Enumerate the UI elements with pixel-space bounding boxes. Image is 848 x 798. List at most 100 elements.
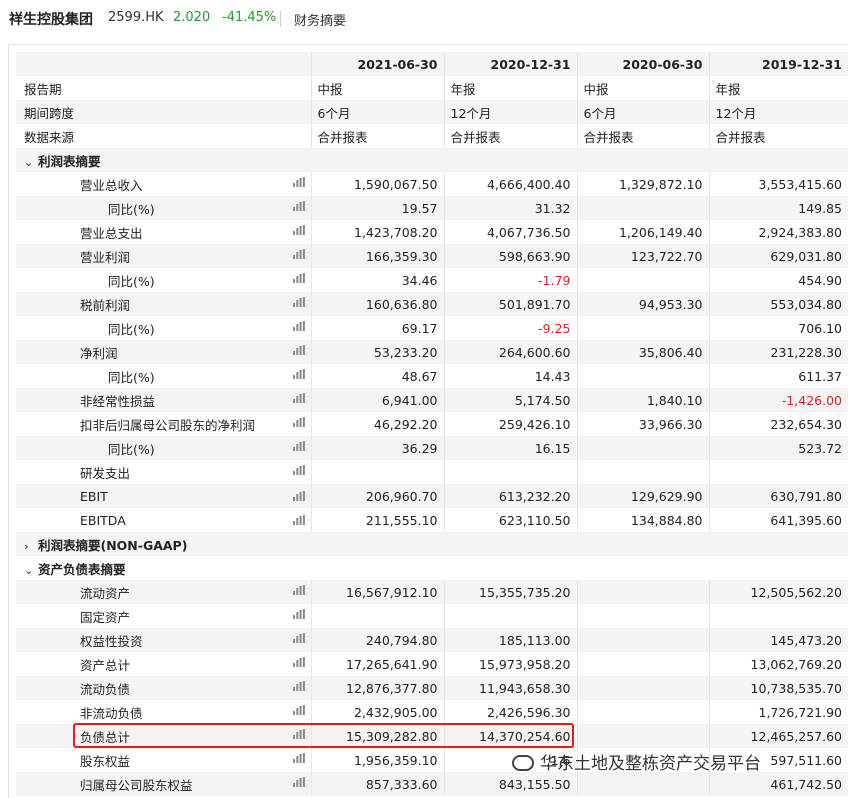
row-label: 同比(%) [16,436,312,460]
bar-chart-icon[interactable] [292,415,311,434]
chevron-down-icon[interactable]: ⌄ [24,564,38,577]
cell-value: 合并报表 [310,124,444,148]
cell-value: 1,840.10 [576,388,709,412]
tab-financial-summary[interactable]: 财务摘要 [294,10,346,29]
row-label: 股东权益 [16,748,312,772]
section-title: 利润表摘要 [38,153,101,169]
bar-chart-icon[interactable] [292,631,311,650]
cell-value: 123,722.70 [576,244,709,268]
table-row: 同比(%) 36.29 16.15 523.72 [16,436,848,460]
bar-chart-icon[interactable] [292,295,311,314]
cell-value: 857,333.60 [310,772,444,796]
watermark-text: 华东土地及整栋资产交易平台 [540,754,761,774]
bar-chart-icon[interactable] [292,367,311,386]
bar-chart-icon[interactable] [292,703,311,722]
bar-chart-icon[interactable] [292,175,311,194]
stock-code: 2599.HK [108,10,164,25]
price-change: -41.45% [222,10,277,25]
column-header[interactable]: 2019-12-31 [708,52,848,76]
bar-chart-icon[interactable] [292,319,311,338]
bar-chart-icon[interactable] [292,513,311,528]
table-row: 同比(%) 48.67 14.43 611.37 [16,364,848,388]
cell-value: 843,155.50 [443,772,577,796]
cell-value: 6个月 [576,100,709,124]
bar-chart-icon[interactable] [292,271,311,290]
cell-value: 13,062,769.20 [708,652,848,676]
row-label-text: EBIT [80,488,108,504]
row-label: 数据来源 [16,124,312,148]
table-row: 营业总支出 1,423,708.20 4,067,736.50 1,206,149.4… [16,220,848,244]
cell-value: 264,600.60 [443,340,577,364]
cell-value: 598,663.90 [443,244,577,268]
row-label: 营业利润 [16,244,312,268]
bar-chart-icon[interactable] [292,439,311,458]
chevron-right-icon[interactable]: › [24,540,38,553]
bar-chart-icon[interactable] [292,751,311,770]
column-header[interactable]: 2020-12-31 [443,52,577,76]
row-label: 非流动负债 [16,700,312,724]
row-label: 期间跨度 [16,100,312,124]
bar-chart-icon[interactable] [292,247,311,266]
row-label-text: 扣非后归属母公司股东的净利润 [80,417,256,433]
row-label: 同比(%) [16,316,312,340]
bar-chart-icon[interactable] [292,775,311,794]
row-label: 资产总计 [16,652,312,676]
bar-chart-icon[interactable] [292,607,311,626]
row-label-text: 期间跨度 [24,105,75,121]
bar-chart-icon[interactable] [292,655,311,674]
section-title: 利润表摘要(NON-GAAP) [38,537,188,553]
cell-value: 185,113.00 [443,628,577,652]
cell-value [576,700,709,724]
row-label: 固定资产 [16,604,312,628]
table-row: 扣非后归属母公司股东的净利润 46,292.20 259,426.10 33,966.… [16,412,848,436]
column-header[interactable]: 2020-06-30 [576,52,709,76]
chevron-down-icon[interactable]: ⌄ [24,156,38,169]
row-label: 营业总支出 [16,220,312,244]
row-label-text: 归属母公司股东权益 [80,777,193,793]
cell-value: 232,654.30 [708,412,848,436]
cell-value: 1,956,359.10 [310,748,444,772]
bar-chart-icon[interactable] [292,199,311,218]
row-label: EBITDA [16,508,312,532]
company-name[interactable]: 祥生控股集团 [9,9,93,29]
bar-chart-icon[interactable] [292,391,311,410]
cell-value [310,460,444,484]
bar-chart-icon[interactable] [292,583,311,602]
cell-value [576,196,709,220]
cell-value [576,580,709,604]
column-header[interactable]: 2021-06-30 [310,52,444,76]
cell-value: 4,067,736.50 [443,220,577,244]
cell-value: 501,891.70 [443,292,577,316]
row-label: 报告期 [16,76,312,100]
table-row: 税前利润 160,636.80 501,891.70 94,953.30 553,034… [16,292,848,316]
bar-chart-icon[interactable] [292,463,311,482]
cell-value [576,676,709,700]
cell-value: 523.72 [708,436,848,460]
section-title: 资产负债表摘要 [38,561,126,577]
section-row[interactable]: ⌄ 利润表摘要 [16,148,848,172]
table-row: 资产总计 17,265,641.90 15,973,958.20 13,062,769… [16,652,848,676]
section-row[interactable]: › 利润表摘要(NON-GAAP) [16,532,848,556]
cell-value: 553,034.80 [708,292,848,316]
bar-chart-icon[interactable] [292,223,311,242]
cell-value: 年报 [443,76,577,100]
cell-value: 134,884.80 [576,508,709,532]
section-row[interactable]: ⌄ 资产负债表摘要 [16,556,848,580]
bar-chart-icon[interactable] [292,679,311,698]
cell-value: 240,794.80 [310,628,444,652]
table-row: 同比(%) 34.46 -1.79 454.90 [16,268,848,292]
row-label: 非经常性损益 [16,388,312,412]
cell-value: -1.79 [443,268,577,292]
section-label: › 利润表摘要(NON-GAAP) [16,532,848,556]
cell-value [576,436,709,460]
watermark: 华东土地及整栋资产交易平台 [512,749,761,774]
cell-value: 160,636.80 [310,292,444,316]
row-label: 研发支出 [16,460,312,484]
cell-value [443,460,577,484]
cell-value: 629,031.80 [708,244,848,268]
bar-chart-icon[interactable] [292,343,311,362]
cell-value: 1,423,708.20 [310,220,444,244]
cell-value [576,316,709,340]
cell-value [576,724,709,748]
bar-chart-icon[interactable] [292,489,311,504]
